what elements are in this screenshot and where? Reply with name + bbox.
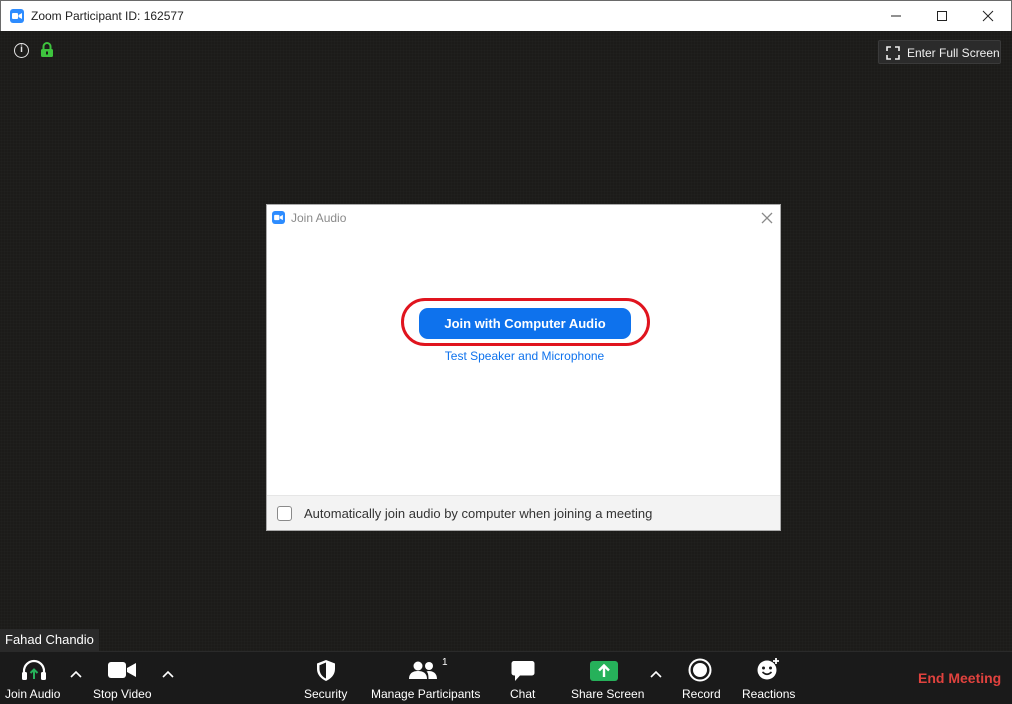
participant-count-badge: 1 [442,657,448,668]
close-icon [982,10,994,22]
test-speaker-microphone-link[interactable]: Test Speaker and Microphone [267,349,782,363]
enter-fullscreen-button[interactable]: Enter Full Screen [878,40,1001,64]
stop-video-button[interactable]: Stop Video [88,652,156,704]
smiley-icon [757,658,779,680]
minimize-icon [891,15,901,17]
manage-participants-label: Manage Participants [371,687,481,701]
window-titlebar: Zoom Participant ID: 162577 [0,0,1012,31]
meeting-toolbar: Join Audio Stop Video Security 1 Manage … [0,651,1012,704]
chevron-up-icon [650,670,662,678]
auto-join-audio-label[interactable]: Automatically join audio by computer whe… [304,506,652,521]
dialog-footer: Automatically join audio by computer whe… [267,495,780,530]
chat-button[interactable]: Chat [500,652,546,704]
video-options-caret[interactable] [161,666,175,684]
maximize-button[interactable] [919,1,965,31]
audio-options-caret[interactable] [69,666,83,684]
lock-icon[interactable] [40,42,54,63]
share-screen-label: Share Screen [571,687,645,701]
join-audio-dialog: Join Audio Join with Computer Audio Test… [266,204,781,531]
share-options-caret[interactable] [649,666,663,684]
enter-fullscreen-label: Enter Full Screen [907,46,1000,60]
join-with-computer-audio-button[interactable]: Join with Computer Audio [419,308,631,339]
record-icon [688,658,712,682]
window-title: Zoom Participant ID: 162577 [31,9,184,23]
participant-name-tag: Fahad Chandio [0,629,99,651]
record-label: Record [682,687,721,701]
dialog-title: Join Audio [291,211,347,225]
info-icon[interactable]: i [14,43,29,58]
dialog-close-button[interactable] [759,210,775,226]
chat-label: Chat [510,687,536,701]
share-screen-icon [590,661,618,681]
auto-join-audio-checkbox[interactable] [277,506,292,521]
video-camera-icon [108,662,136,678]
shield-icon [317,660,335,681]
close-icon [761,212,773,224]
people-icon [409,661,437,679]
minimize-button[interactable] [873,1,919,31]
chat-bubble-icon [511,661,535,681]
end-meeting-button[interactable]: End Meeting [918,670,1001,686]
reactions-button[interactable]: Reactions [738,652,796,704]
maximize-icon [937,11,947,21]
manage-participants-button[interactable]: 1 Manage Participants [368,652,482,704]
close-window-button[interactable] [965,1,1011,31]
share-screen-button[interactable]: Share Screen [566,652,645,704]
zoom-camera-icon [272,211,285,224]
headphones-icon [22,659,46,680]
join-audio-button[interactable]: Join Audio [0,652,66,704]
fullscreen-icon [886,46,900,60]
security-button[interactable]: Security [300,652,352,704]
chevron-up-icon [162,670,174,678]
reactions-label: Reactions [742,687,796,701]
chevron-up-icon [70,670,82,678]
zoom-camera-icon [10,9,24,23]
join-audio-label: Join Audio [5,687,61,701]
security-label: Security [304,687,348,701]
stop-video-label: Stop Video [93,687,152,701]
record-button[interactable]: Record [676,652,724,704]
